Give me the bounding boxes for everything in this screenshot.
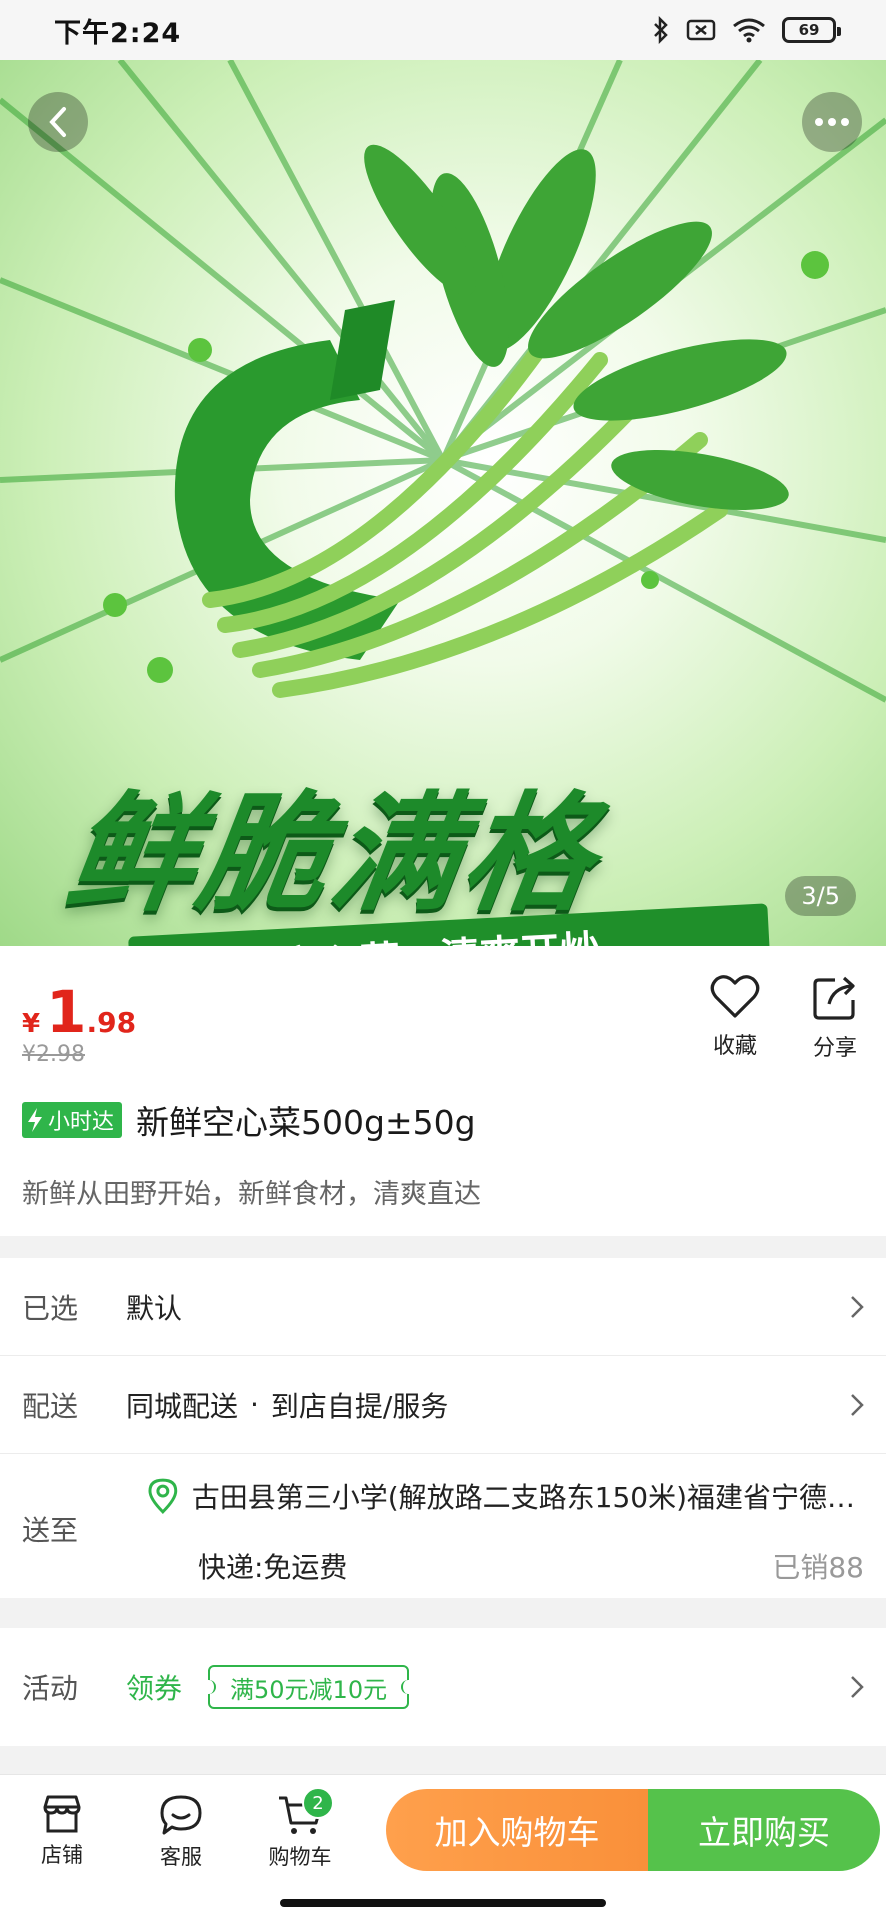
service-label: 客服 — [160, 1845, 202, 1869]
status-time: 下午2:24 — [54, 17, 182, 49]
promotion-section: 活动 领券 满50元减10元 — [0, 1628, 886, 1746]
bluetooth-icon — [654, 16, 668, 44]
price-section: ¥ 1 .98 ¥2.98 收藏 分享 小时达 新鲜空心菜500g±50g 新鲜… — [0, 946, 886, 1236]
back-button[interactable] — [28, 92, 88, 152]
coupon-tag[interactable]: 满50元减10元 — [208, 1665, 410, 1709]
delivery-label: 配送 — [22, 1389, 79, 1423]
store-tab[interactable]: 店铺 — [14, 1793, 110, 1869]
delivery-address: 古田县第三小学(解放路二支路东150米)福建省宁德市古田县 — [191, 1481, 866, 1514]
chevron-right-icon — [851, 1295, 864, 1318]
delivery-option-row[interactable]: 配送 同城配送 · 到店自提/服务 — [0, 1356, 886, 1454]
promotion-row[interactable]: 活动 领券 满50元减10元 — [0, 1628, 886, 1746]
cart-label: 购物车 — [268, 1845, 332, 1869]
delivery-separator: · — [250, 1388, 259, 1421]
cart-tab[interactable]: 2 购物车 — [252, 1787, 348, 1871]
chevron-left-icon — [49, 107, 66, 137]
hero-headline: 鲜脆满格 — [57, 780, 607, 929]
customer-service-tab[interactable]: 客服 — [133, 1793, 229, 1871]
chevron-right-icon — [851, 1676, 864, 1698]
no-sim-icon — [686, 19, 716, 41]
add-to-cart-button[interactable]: 加入购物车 — [386, 1789, 648, 1871]
delivery-method-local: 同城配送 — [126, 1389, 239, 1423]
ship-to-row[interactable]: 送至 古田县第三小学(解放路二支路东150米)福建省宁德市古田县 快递:免运费 … — [0, 1454, 886, 1598]
address-line: 古田县第三小学(解放路二支路东150米)福建省宁德市古田县 — [146, 1476, 866, 1516]
home-indicator[interactable] — [280, 1899, 606, 1907]
original-price: ¥2.98 — [22, 1042, 85, 1067]
options-section: 已选 默认 配送 同城配送 · 到店自提/服务 送至 古田县第三小学(解放路二支… — [0, 1258, 886, 1598]
store-label: 店铺 — [41, 1843, 83, 1867]
delivery-method-pickup: 到店自提/服务 — [270, 1389, 449, 1423]
share-button[interactable]: 分享 — [795, 974, 875, 1062]
price-integer: 1 — [46, 978, 87, 1046]
price-decimal: .98 — [86, 1006, 137, 1039]
claim-coupon-link[interactable]: 领券 — [126, 1667, 182, 1707]
share-icon — [813, 976, 855, 1020]
heart-icon — [710, 975, 760, 1018]
favorite-button[interactable]: 收藏 — [695, 974, 775, 1060]
wifi-icon — [733, 18, 765, 43]
bottom-action-bar: 店铺 客服 2 购物车 加入购物车 立即购买 — [0, 1774, 886, 1920]
battery-indicator: 69 — [782, 17, 841, 43]
cart-count-badge: 2 — [302, 1787, 334, 1819]
sold-count: 已销88 — [772, 1551, 864, 1584]
status-icons: 69 — [652, 16, 841, 44]
image-counter: 3/5 — [785, 876, 856, 916]
hour-delivery-badge: 小时达 — [22, 1102, 123, 1138]
chat-bubble-icon — [160, 1795, 202, 1835]
badge-label: 小时达 — [48, 1110, 115, 1135]
more-button[interactable] — [802, 92, 862, 152]
price-symbol: ¥ — [22, 1009, 41, 1039]
selected-option-row[interactable]: 已选 默认 — [0, 1258, 886, 1356]
lightning-icon — [28, 1108, 42, 1132]
promotion-label: 活动 — [22, 1672, 79, 1705]
product-subtitle: 新鲜从田野开始，新鲜食材，清爽直达 — [22, 1179, 481, 1210]
product-title: 新鲜空心菜500g±50g — [136, 1103, 476, 1142]
selected-label: 已选 — [22, 1291, 79, 1325]
express-shipping: 快递:免运费 — [198, 1551, 348, 1584]
current-price: ¥ 1 .98 — [22, 978, 136, 1046]
location-pin-icon — [148, 1478, 178, 1514]
store-icon — [43, 1795, 81, 1833]
battery-level: 69 — [798, 21, 820, 39]
status-bar: 下午2:24 69 — [0, 0, 886, 60]
share-label: 分享 — [812, 1036, 857, 1061]
selected-value: 默认 — [126, 1291, 183, 1325]
buy-now-button[interactable]: 立即购买 — [648, 1789, 880, 1871]
title-row: 小时达 新鲜空心菜500g±50g — [22, 1096, 476, 1144]
chevron-right-icon — [851, 1393, 864, 1416]
more-dots-icon — [815, 118, 849, 126]
favorite-label: 收藏 — [712, 1034, 757, 1059]
product-image-carousel[interactable]: 鲜脆满格 新鲜空心菜，清爽开炒 3/5 — [0, 60, 886, 946]
ship-label: 送至 — [22, 1514, 79, 1547]
